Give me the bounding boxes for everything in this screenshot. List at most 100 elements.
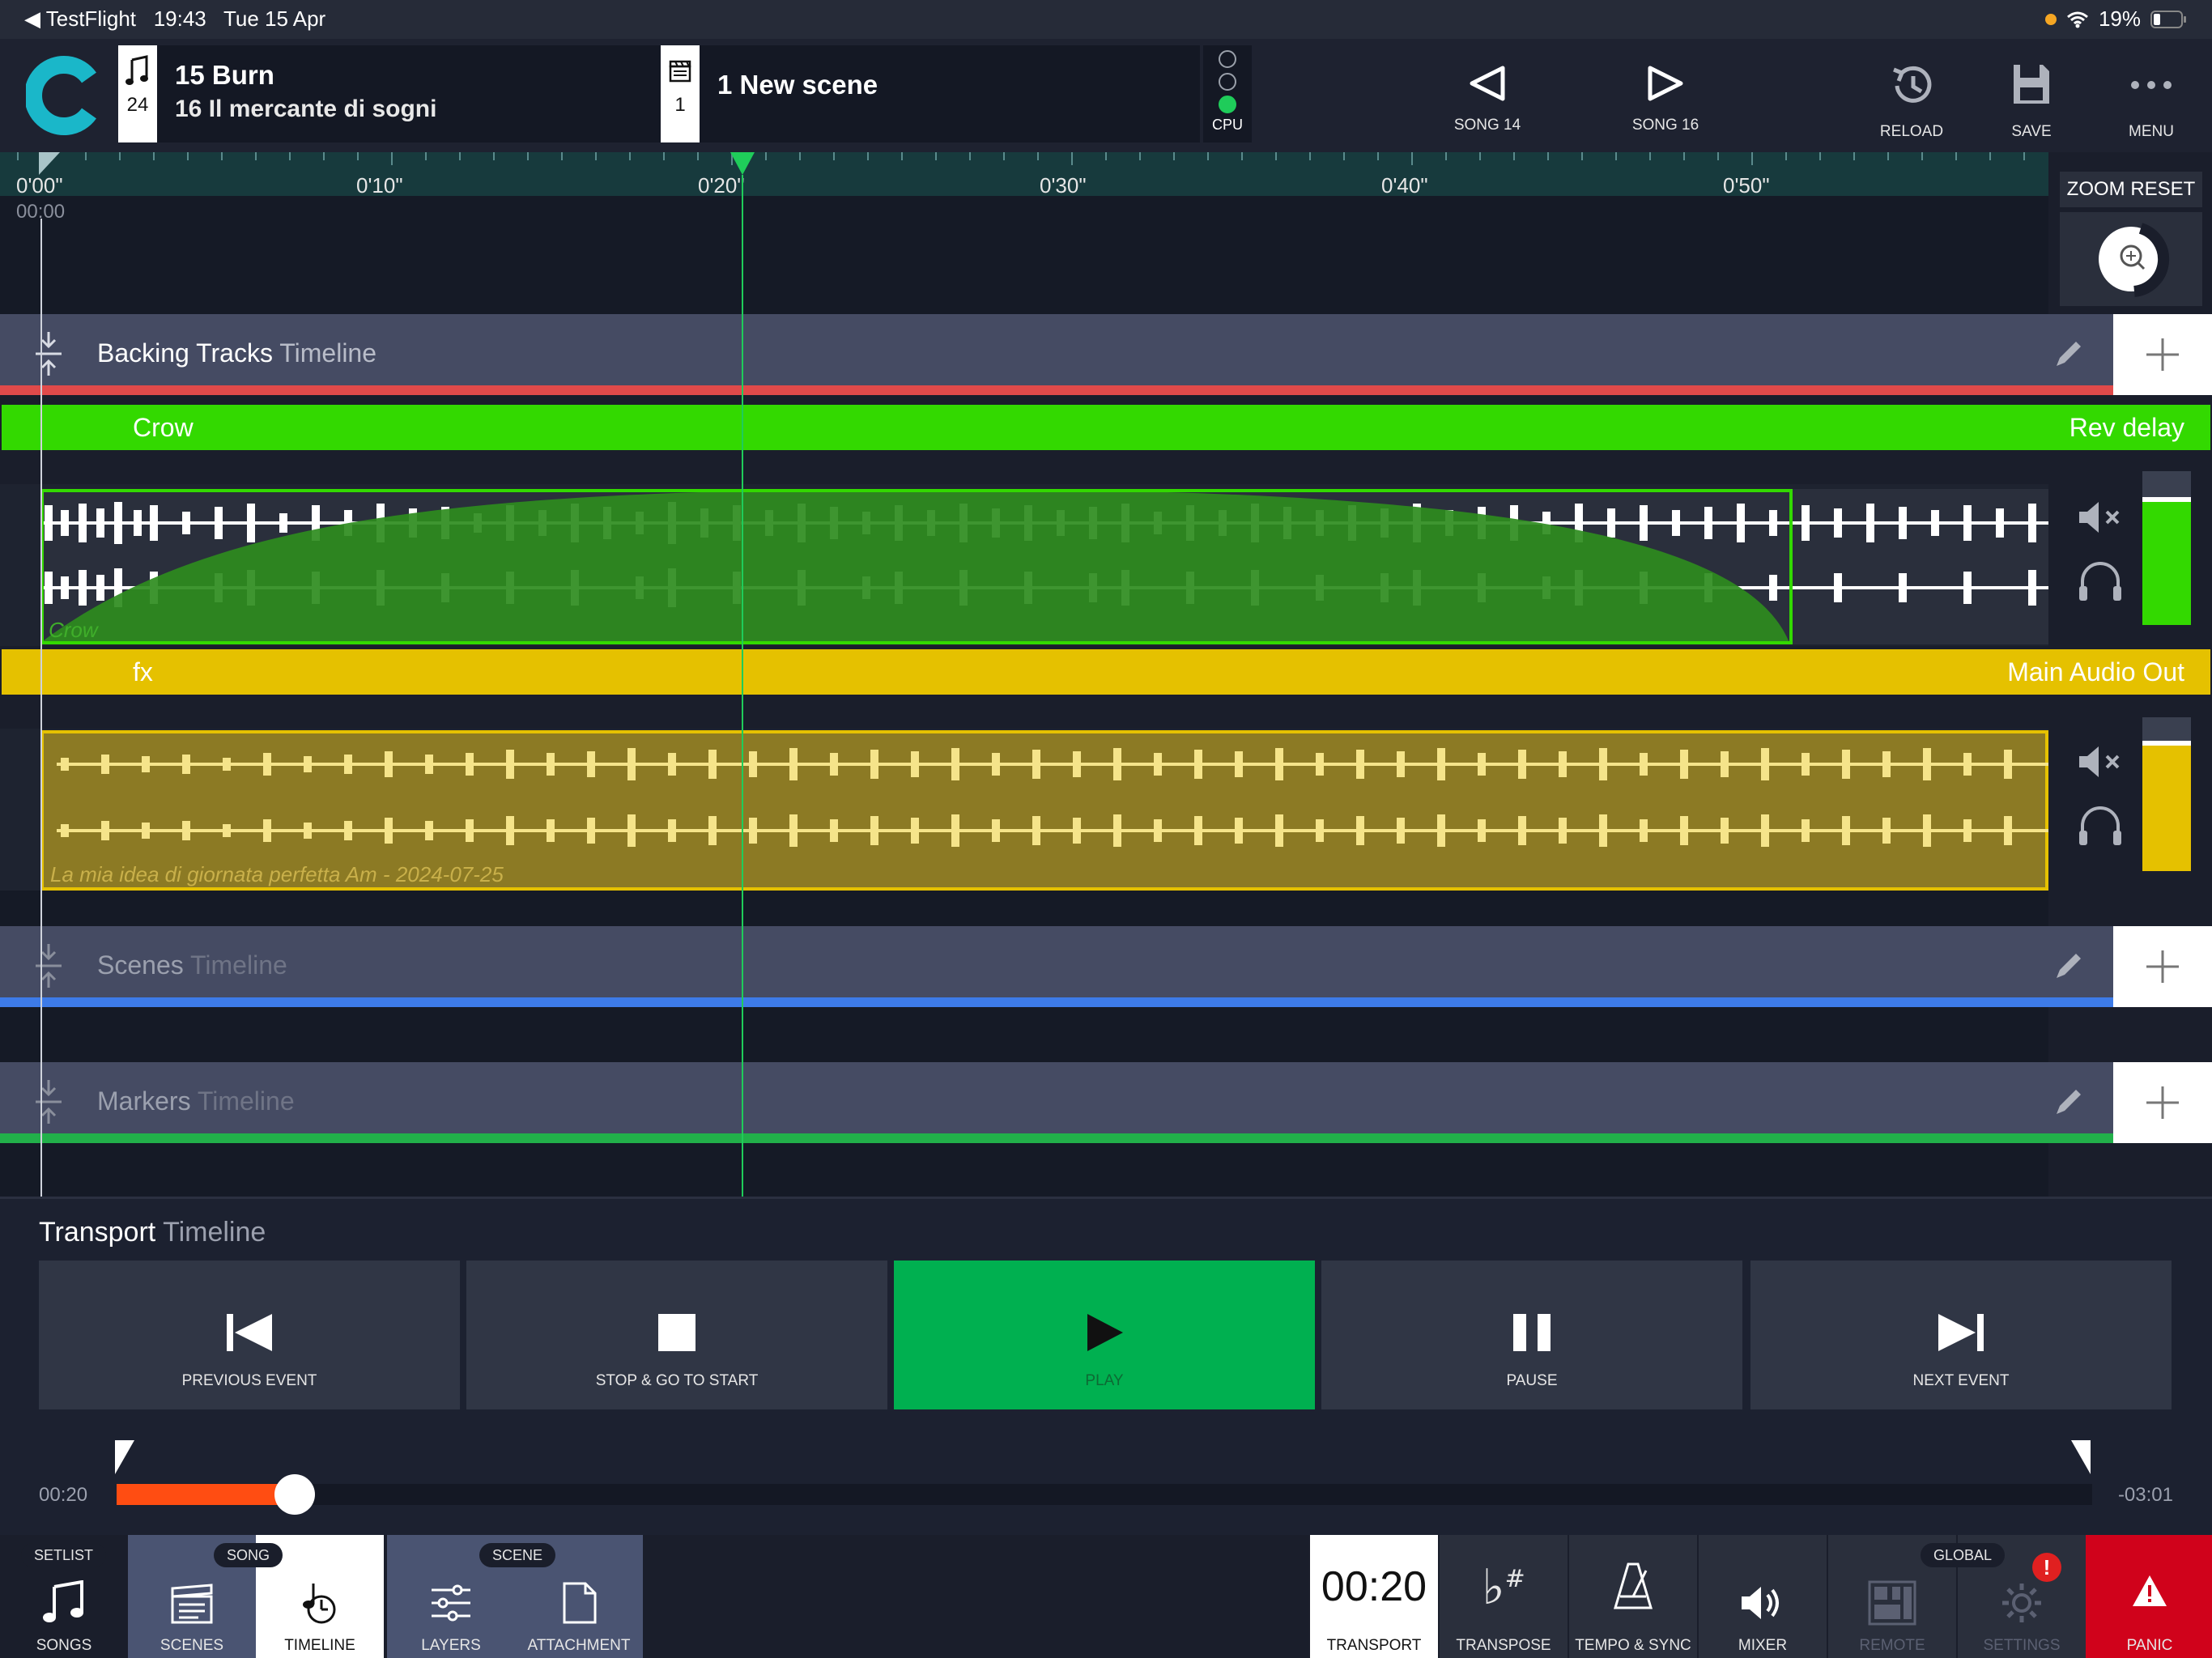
prev-song-button[interactable]: SONG 14: [1427, 55, 1548, 144]
nav-mixer[interactable]: MIXER: [1699, 1535, 1827, 1658]
add-backing-track-button[interactable]: [2113, 314, 2212, 395]
loop-in-marker[interactable]: [113, 1439, 136, 1476]
add-scene-button[interactable]: [2113, 926, 2212, 1007]
transport-title: Transport Timeline: [39, 1217, 266, 1248]
loop-out-marker[interactable]: [2069, 1439, 2092, 1476]
pause-button[interactable]: PAUSE: [1321, 1261, 1742, 1409]
edit-pencil-icon[interactable]: [2053, 338, 2084, 369]
panic-button[interactable]: PANIC: [2086, 1535, 2212, 1658]
section-backing-tracks[interactable]: Backing Tracks Timeline: [0, 314, 2113, 395]
zoom-knob[interactable]: [2060, 212, 2202, 306]
track-output[interactable]: Main Audio Out: [2007, 657, 2184, 687]
next-event-button[interactable]: NEXT EVENT: [1750, 1261, 2172, 1409]
tick-label-50: 0'50": [1723, 173, 1770, 198]
collapse-icon[interactable]: [32, 942, 65, 989]
status-date: Tue 15 Apr: [223, 6, 326, 31]
tick-label-0: 0'00": [16, 173, 63, 198]
track-lane-fx[interactable]: La mia idea di giornata perfetta Am - 20…: [0, 729, 2048, 891]
status-app[interactable]: TestFlight: [46, 6, 136, 31]
track-output[interactable]: Rev delay: [2069, 413, 2184, 443]
section-scenes[interactable]: Scenes Timeline: [0, 926, 2113, 1007]
next-event-label: NEXT EVENT: [1912, 1372, 2010, 1389]
progress-fill: [117, 1484, 295, 1505]
scenes-sub: Timeline: [190, 950, 287, 980]
progress-thumb[interactable]: [274, 1474, 315, 1515]
nav-transpose[interactable]: ♭# TRANSPOSE: [1440, 1535, 1568, 1658]
track-lane-crow[interactable]: Crow: [0, 484, 2048, 646]
app-logo[interactable]: [26, 55, 99, 136]
wifi-icon: [2066, 11, 2088, 28]
track-header-crow[interactable]: Crow Rev delay: [0, 403, 2212, 452]
section-markers[interactable]: Markers Timeline: [0, 1062, 2113, 1143]
save-label: SAVE: [2011, 123, 2052, 140]
save-button[interactable]: SAVE: [1971, 52, 2092, 141]
track-header-fx[interactable]: fx Main Audio Out: [0, 648, 2212, 696]
back-arrow-icon[interactable]: ◀: [24, 6, 46, 31]
headphones-icon[interactable]: [2076, 803, 2125, 847]
cpu-light-1: [1219, 50, 1236, 68]
nav-transpose-label: TRANSPOSE: [1456, 1637, 1551, 1654]
sliders-icon: [432, 1584, 470, 1622]
add-marker-button[interactable]: [2113, 1062, 2212, 1143]
stop-label: STOP & GO TO START: [595, 1372, 759, 1389]
collapse-icon[interactable]: [32, 330, 65, 377]
next-song-button[interactable]: SONG 16: [1605, 55, 1726, 144]
play-label: PLAY: [1085, 1372, 1124, 1389]
section-color-bar: [0, 997, 2113, 1007]
menu-button[interactable]: MENU: [2091, 52, 2212, 141]
tick-label-10: 0'10": [356, 173, 403, 198]
progress-track[interactable]: [117, 1484, 2092, 1505]
mute-speaker-icon[interactable]: [2076, 497, 2125, 538]
track-controls-crow: [2048, 471, 2212, 646]
previous-event-button[interactable]: PREVIOUS EVENT: [39, 1261, 460, 1409]
meter-fill: [2142, 497, 2191, 625]
track-gap: [0, 891, 2048, 926]
tick-label-30: 0'30": [1040, 173, 1087, 198]
time-ruler[interactable]: 0'00" 0'10" 0'20" 0'30" 0'40" 0'50": [0, 152, 2048, 198]
cpu-light-2: [1219, 73, 1236, 91]
transport-panel: Transport Timeline PREVIOUS EVENT STOP &…: [0, 1197, 2212, 1535]
volume-meter[interactable]: [2142, 471, 2191, 625]
nav-transport[interactable]: 00:20 TRANSPORT: [1310, 1535, 1438, 1658]
markers-lane[interactable]: [0, 1143, 2048, 1197]
collapse-icon[interactable]: [32, 1078, 65, 1125]
zoom-reset-button[interactable]: ZOOM RESET: [2060, 172, 2202, 207]
mute-speaker-icon[interactable]: [2076, 742, 2125, 782]
volume-meter[interactable]: [2142, 717, 2191, 871]
transport-title-main: Transport: [39, 1217, 156, 1248]
settings-alert-badge: !: [2032, 1553, 2061, 1582]
triangle-left-icon: [1470, 66, 1505, 101]
nav-tempo[interactable]: TEMPO & SYNC: [1569, 1535, 1697, 1658]
track-name: fx: [133, 657, 153, 687]
headphones-icon[interactable]: [2076, 559, 2125, 602]
more-dots-icon: [2131, 81, 2172, 89]
nav-settings-label: SETTINGS: [1983, 1637, 2061, 1654]
ruler-area: 00:00: [0, 196, 2048, 314]
scene-group-label: SCENE: [479, 1543, 556, 1567]
edit-pencil-icon[interactable]: [2053, 1086, 2084, 1117]
setlist-group-label: SETLIST: [21, 1543, 107, 1567]
stop-button[interactable]: STOP & GO TO START: [466, 1261, 887, 1409]
nav-attachment-label: ATTACHMENT: [527, 1637, 631, 1654]
loop-start-marker[interactable]: [39, 152, 60, 175]
scene-selector[interactable]: 1 1 New scene: [661, 45, 1200, 142]
music-note-icon: [43, 1580, 83, 1622]
section-title: Scenes Timeline: [97, 950, 287, 980]
nav-layers-label: LAYERS: [421, 1637, 481, 1654]
edit-pencil-icon[interactable]: [2053, 950, 2084, 981]
section-title: Markers Timeline: [97, 1086, 295, 1116]
play-button[interactable]: PLAY: [894, 1261, 1315, 1409]
waveform-crow: [40, 489, 2048, 644]
zoom-knob-icon: [2099, 223, 2170, 297]
bottom-nav: SONGS SCENES TIMELINE SONG LAYERS ATTACH…: [0, 1535, 2212, 1658]
playhead-marker[interactable]: [730, 152, 755, 176]
plus-icon: [2146, 338, 2179, 371]
triangle-right-icon: [1648, 66, 1683, 101]
scenes-lane[interactable]: [0, 1007, 2048, 1062]
reload-button[interactable]: RELOAD: [1851, 52, 1972, 141]
nav-tempo-label: TEMPO & SYNC: [1575, 1637, 1691, 1654]
gear-icon: [2002, 1584, 2041, 1622]
song-selector[interactable]: 24 15 Burn 16 Il mercante di sogni: [118, 45, 661, 142]
tick-label-40: 0'40": [1381, 173, 1428, 198]
metronome-icon: [1613, 1562, 1653, 1609]
